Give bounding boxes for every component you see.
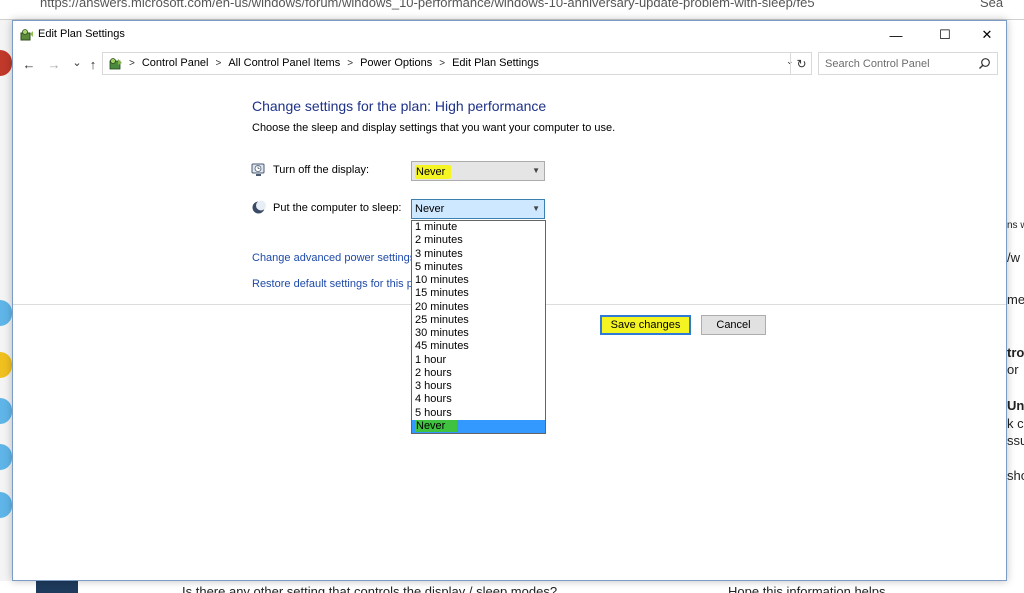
display-timeout-label: Turn off the display: (273, 164, 369, 176)
navigation-bar: ← → ⌄ ↑ > Control Panel > All Control Pa… (13, 52, 1006, 76)
up-button[interactable]: ↑ (84, 54, 102, 74)
sleep-option-label: 5 hours (415, 406, 452, 419)
sleep-timeout-label: Put the computer to sleep: (273, 202, 402, 214)
breadcrumb-all-items[interactable]: All Control Panel Items (228, 57, 340, 69)
sleep-option-item[interactable]: 30 minutes (412, 327, 545, 340)
restore-defaults-link[interactable]: Restore default settings for this pla (252, 278, 421, 290)
background-right-fragments: ns w /w me tro or Un k c ssu sho (1007, 20, 1024, 593)
sleep-option-label: 30 minutes (415, 327, 469, 339)
sleep-timeout-select[interactable]: Never ▼ (411, 199, 545, 219)
title-bar[interactable]: Edit Plan Settings — ☐ ✕ (13, 21, 1006, 49)
address-bar[interactable]: > Control Panel > All Control Panel Item… (102, 52, 812, 75)
background-text: k c (1007, 416, 1024, 431)
breadcrumb-separator: > (439, 57, 446, 69)
sleep-option-label: 2 minutes (415, 234, 463, 247)
sleep-option-item[interactable]: 3 minutes (412, 248, 545, 261)
sleep-option-item[interactable]: 25 minutes (412, 314, 545, 327)
sleep-option-item[interactable]: 4 hours (412, 393, 545, 406)
sleep-option-item[interactable]: 2 minutes (412, 234, 545, 247)
sleep-option-item[interactable]: 15 minutes (412, 287, 545, 300)
sleep-option-item[interactable]: 5 hours (412, 407, 545, 420)
background-bottom-strip: Is there any other setting that controls… (0, 581, 1024, 593)
avatar-fragment (0, 50, 12, 76)
power-options-icon (20, 29, 33, 41)
breadcrumb: > Control Panel > All Control Panel Item… (129, 57, 539, 69)
sleep-option-label: Never (415, 419, 458, 432)
background-text: me (1007, 292, 1024, 307)
page-subtitle: Choose the sleep and display settings th… (252, 122, 616, 134)
sleep-option-label: 45 minutes (415, 340, 469, 353)
display-timeout-select[interactable]: Never ▼ (411, 161, 545, 181)
background-dot (0, 492, 12, 518)
sleep-option-item[interactable]: 1 minute (412, 221, 545, 234)
search-box (818, 52, 998, 75)
sleep-option-label: 3 minutes (415, 247, 463, 260)
sleep-option-item[interactable]: 10 minutes (412, 274, 545, 287)
sleep-option-label: 1 minute (415, 221, 458, 233)
background-search-text: Sea (980, 0, 1004, 10)
breadcrumb-edit-plan-settings[interactable]: Edit Plan Settings (452, 57, 539, 69)
background-text: or (1007, 362, 1019, 377)
background-url-text: https://answers.microsoft.com/en-us/wind… (40, 0, 815, 10)
sleep-timeout-options-list: 1 minute 2 minutes 3 minutes 5 minutes 10 mi… (411, 220, 546, 434)
background-text: /w (1007, 250, 1020, 265)
sleep-option-item[interactable]: Never (412, 419, 545, 433)
background-text: Hope this information helps. (728, 584, 890, 593)
sleep-option-label: 15 minutes (415, 287, 469, 300)
advanced-power-settings-link[interactable]: Change advanced power settings (252, 252, 415, 264)
breadcrumb-separator: > (215, 57, 222, 69)
maximize-button[interactable]: ☐ (923, 21, 967, 49)
monitor-icon (251, 163, 265, 176)
moon-icon (252, 200, 266, 214)
sleep-timeout-value: Never (415, 203, 445, 215)
close-button[interactable]: ✕ (965, 21, 1009, 49)
sleep-option-item[interactable]: 1 hour (412, 354, 545, 367)
background-browser-bar: https://answers.microsoft.com/en-us/wind… (0, 0, 1024, 20)
breadcrumb-power-options[interactable]: Power Options (360, 57, 432, 69)
breadcrumb-control-panel[interactable]: Control Panel (142, 57, 209, 69)
save-changes-button[interactable]: Save changes (600, 315, 691, 335)
sleep-option-item[interactable]: 3 hours (412, 380, 545, 393)
breadcrumb-separator: > (347, 57, 354, 69)
background-text: ns w (1007, 220, 1024, 231)
chevron-down-icon: ▼ (532, 204, 540, 213)
control-panel-icon (109, 58, 122, 70)
sleep-option-item[interactable]: 45 minutes (412, 340, 545, 353)
minimize-button[interactable]: — (874, 21, 918, 49)
sleep-option-item[interactable]: 5 minutes (412, 261, 545, 274)
background-dot (0, 300, 12, 326)
sleep-option-item[interactable]: 2 hours (412, 367, 545, 380)
sleep-option-label: 10 minutes (415, 274, 469, 286)
background-text: Is there any other setting that controls… (182, 584, 558, 593)
background-text: sho (1007, 468, 1024, 483)
background-left-strip (0, 20, 12, 593)
background-dot (0, 398, 12, 424)
background-dot (0, 444, 12, 470)
chevron-down-icon: ▼ (532, 166, 540, 175)
page-title: Change settings for the plan: High perfo… (252, 98, 547, 114)
background-dot (0, 352, 12, 378)
background-text: ssu (1007, 433, 1024, 448)
edit-plan-settings-window: Edit Plan Settings — ☐ ✕ ← → ⌄ ↑ > Contr… (12, 20, 1007, 581)
search-input[interactable] (825, 56, 975, 72)
sleep-option-label: 2 hours (415, 366, 452, 379)
search-icon[interactable] (978, 57, 991, 70)
cancel-button[interactable]: Cancel (701, 315, 766, 335)
sleep-option-label: 25 minutes (415, 313, 469, 326)
sleep-option-label: 5 minutes (415, 260, 463, 273)
breadcrumb-separator: > (129, 57, 135, 69)
window-title: Edit Plan Settings (38, 28, 125, 40)
sleep-option-label: 20 minutes (415, 300, 469, 313)
refresh-button[interactable]: ↻ (790, 52, 812, 75)
forward-button[interactable]: → (45, 54, 63, 74)
background-text: tro (1007, 345, 1024, 360)
display-timeout-value: Never (415, 165, 452, 179)
back-button[interactable]: ← (20, 54, 38, 74)
sleep-option-item[interactable]: 20 minutes (412, 301, 545, 314)
sleep-option-label: 1 hour (415, 353, 447, 366)
sleep-option-label: 3 hours (415, 380, 452, 392)
sleep-option-label: 4 hours (415, 393, 452, 406)
background-text: Un (1007, 398, 1024, 413)
background-thumbnail (36, 581, 78, 593)
